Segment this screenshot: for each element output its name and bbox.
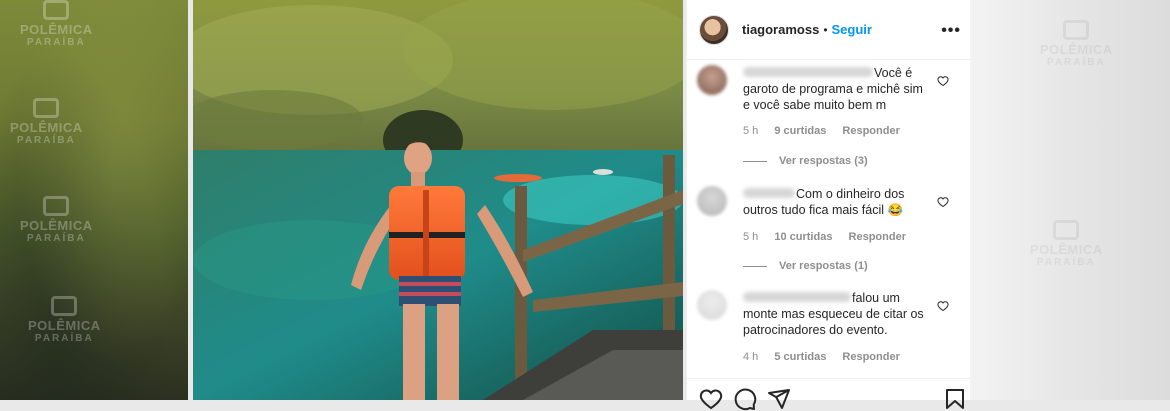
comment-meta: 5 h 10 curtidas Responder [743,231,919,243]
cenote-photo-illustration [193,0,683,400]
watermark-text: POLÊMICA [20,218,93,233]
comment-like-icon[interactable] [937,75,949,87]
comment-likes[interactable]: 10 curtidas [774,231,832,243]
comment-text: Com o dinheiro dos outros tudo fica mais… [743,186,933,218]
bookmark-icon[interactable] [943,387,967,411]
more-options-icon[interactable]: ••• [941,22,961,40]
watermark-subtext: PARAÍBA [34,333,94,344]
author-username[interactable]: tiagoramoss [742,22,819,37]
replies-divider [743,160,767,162]
post-sidebar: tiagoramoss • Seguir ••• Você é garoto d… [686,0,971,411]
reply-button[interactable]: Responder [849,231,906,243]
comment-text: Você é garoto de programa e michê sim e … [743,65,933,113]
watermark-text: POLÊMICA [20,22,93,37]
comment-time: 5 h [743,125,759,137]
commenter-username-redacted[interactable] [743,292,851,302]
left-background: POLÊMICA PARAÍBA POLÊMICA PARAÍBA POLÊMI… [0,0,188,400]
comment-icon[interactable] [733,387,757,411]
commenter-avatar[interactable] [697,186,727,216]
watermark-subtext: PARAÍBA [1046,57,1106,68]
comment-likes[interactable]: 9 curtidas [774,125,826,137]
watermark: POLÊMICA PARAÍBA [10,98,83,147]
right-background: POLÊMICA PARAÍBA POLÊMICA PARAÍBA [970,0,1170,400]
comment-time: 4 h [743,351,759,363]
commenter-avatar[interactable] [697,290,727,320]
watermark-subtext: PARAÍBA [26,233,86,244]
watermark-text: POLÊMICA [1030,242,1103,257]
watermark-text: POLÊMICA [1040,42,1113,57]
heart-icon[interactable] [699,387,723,411]
watermark-logo [43,196,70,216]
watermark-subtext: PARAÍBA [16,135,76,146]
watermark: POLÊMICA PARAÍBA [20,196,93,245]
watermark: POLÊMICA PARAÍBA [28,296,101,345]
reply-button[interactable]: Responder [842,351,899,363]
view-replies-label: Ver respostas (1) [779,260,868,272]
send-icon[interactable] [767,387,791,411]
watermark: POLÊMICA PARAÍBA [20,0,93,49]
watermark-logo [1053,220,1080,240]
watermark-logo [43,0,70,20]
post-action-bar [687,378,971,411]
replies-divider [743,265,767,267]
author-avatar[interactable] [699,14,729,45]
commenter-username-redacted[interactable] [743,188,795,198]
watermark-subtext: PARAÍBA [26,37,86,48]
post-header: tiagoramoss • Seguir ••• [687,0,971,60]
view-replies-label: Ver respostas (3) [779,155,868,167]
watermark: POLÊMICA PARAÍBA [1030,220,1103,269]
watermark-subtext: PARAÍBA [1036,257,1096,268]
watermark: POLÊMICA PARAÍBA [1040,20,1113,69]
comment-like-icon[interactable] [937,300,949,312]
comment-like-icon[interactable] [937,196,949,208]
separator-dot: • [823,22,828,37]
comment-meta: 4 h 5 curtidas Responder [743,351,913,363]
follow-button[interactable]: Seguir [832,22,872,37]
comment-text: falou um monte mas esqueceu de citar os … [743,290,933,338]
comment-time: 5 h [743,231,759,243]
commenter-username-redacted[interactable] [743,67,873,77]
post-photo[interactable] [193,0,683,400]
commenter-avatar[interactable] [697,65,727,95]
watermark-logo [51,296,78,316]
comment-likes[interactable]: 5 curtidas [774,351,826,363]
watermark-text: POLÊMICA [10,120,83,135]
view-replies-button[interactable]: Ver respostas (3) [743,155,868,167]
view-replies-button[interactable]: Ver respostas (1) [743,260,868,272]
watermark-text: POLÊMICA [28,318,101,333]
comment-meta: 5 h 9 curtidas Responder [743,125,913,137]
watermark-logo [1063,20,1090,40]
reply-button[interactable]: Responder [842,125,899,137]
watermark-logo [33,98,60,118]
